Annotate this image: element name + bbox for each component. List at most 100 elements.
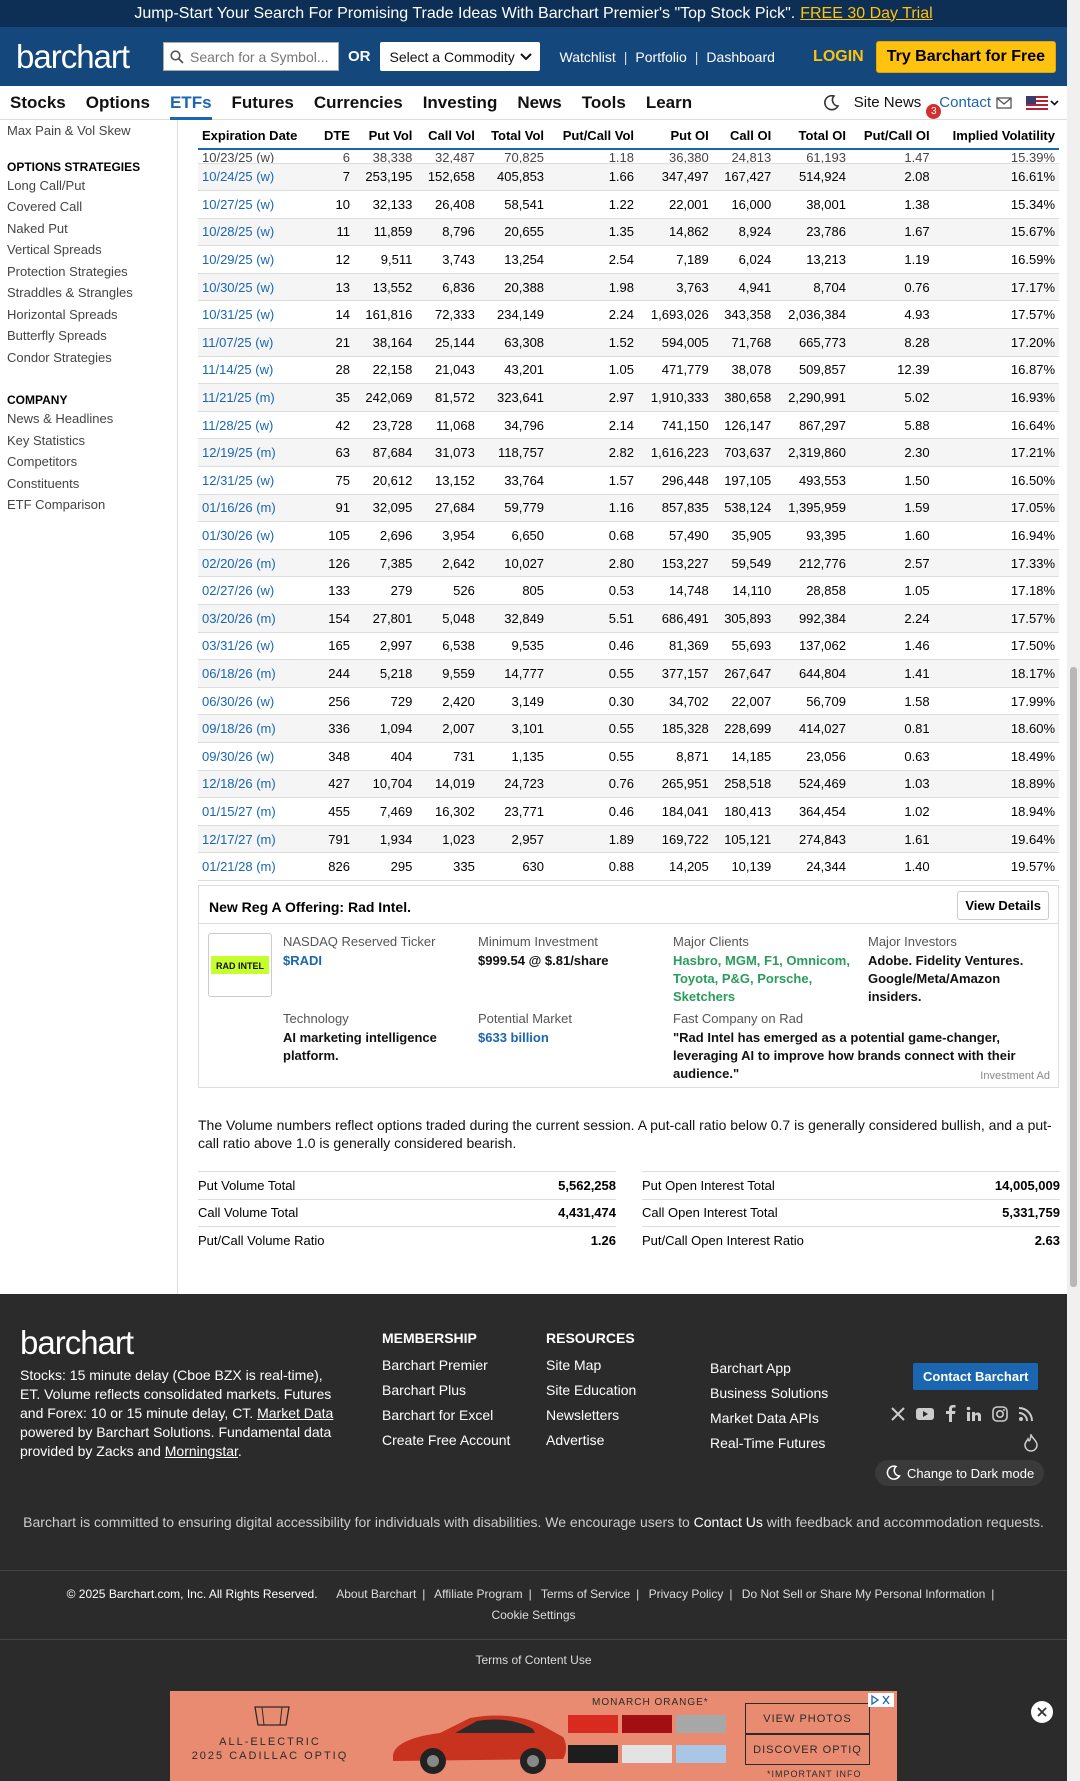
expiration-date-link[interactable]: 01/30/26 (w) — [198, 521, 316, 550]
footer-link-apis[interactable]: Market Data APIs — [710, 1406, 828, 1431]
expiration-date-link[interactable]: 10/28/25 (w) — [198, 218, 316, 247]
column-header[interactable]: Expiration Date — [198, 122, 316, 150]
nav-investing[interactable]: Investing — [413, 86, 508, 120]
x-icon[interactable] — [890, 1406, 906, 1422]
sidebar-item-naked-put[interactable]: Naked Put — [7, 218, 177, 240]
nav-currencies[interactable]: Currencies — [304, 86, 413, 120]
column-header[interactable]: Implied Volatility — [933, 122, 1059, 150]
footer-link-premier[interactable]: Barchart Premier — [382, 1353, 510, 1378]
linkedin-icon[interactable] — [966, 1406, 982, 1422]
column-header[interactable]: Call OI — [712, 122, 776, 150]
expiration-date-link[interactable]: 09/30/26 (w) — [198, 742, 316, 771]
watchlist-link[interactable]: Watchlist — [560, 49, 616, 65]
free-trial-link[interactable]: FREE 30 Day Trial — [800, 5, 932, 23]
swatch-red[interactable] — [622, 1715, 672, 1733]
portfolio-link[interactable]: Portfolio — [635, 49, 686, 65]
barchart-logo[interactable]: barchart — [16, 38, 142, 76]
sidebar-item-key-stats[interactable]: Key Statistics — [7, 430, 177, 452]
nav-learn[interactable]: Learn — [636, 86, 702, 120]
adchoices-icon[interactable] — [868, 1693, 894, 1707]
terms-link[interactable]: Terms of Service — [541, 1587, 630, 1601]
expiration-date-link[interactable]: 12/31/25 (w) — [198, 466, 316, 495]
terms-of-content-use-link[interactable]: Terms of Content Use — [0, 1653, 1067, 1667]
swatch-gray[interactable] — [676, 1715, 726, 1733]
footer-link-newsletters[interactable]: Newsletters — [546, 1403, 636, 1428]
column-header[interactable]: Total OI — [775, 122, 850, 150]
view-details-button[interactable]: View Details — [957, 891, 1049, 920]
footer-link-site-map[interactable]: Site Map — [546, 1353, 636, 1378]
column-header[interactable]: Put OI — [638, 122, 713, 150]
sidebar-item-constituents[interactable]: Constituents — [7, 473, 177, 495]
sidebar-item-horizontal-spreads[interactable]: Horizontal Spreads — [7, 304, 177, 326]
sidebar-item-max-pain[interactable]: Max Pain & Vol Skew — [7, 120, 177, 142]
important-info-link[interactable]: *IMPORTANT INFO — [767, 1769, 862, 1779]
expiration-date-link[interactable]: 01/15/27 (m) — [198, 797, 316, 826]
footer-link-excel[interactable]: Barchart for Excel — [382, 1403, 510, 1428]
expiration-date-link[interactable]: 02/20/26 (m) — [198, 549, 316, 578]
nav-etfs[interactable]: ETFs — [160, 86, 222, 120]
expiration-date-link[interactable]: 12/17/27 (m) — [198, 825, 316, 854]
nav-news[interactable]: News — [507, 86, 571, 120]
expiration-date-link[interactable]: 11/14/25 (w) — [198, 356, 316, 385]
nav-futures[interactable]: Futures — [222, 86, 304, 120]
column-header[interactable]: Call Vol — [416, 122, 479, 150]
footer-link-advertise[interactable]: Advertise — [546, 1428, 636, 1453]
column-header[interactable]: Put Vol — [353, 122, 417, 150]
swatch-blue[interactable] — [676, 1745, 726, 1763]
sidebar-item-etf-comparison[interactable]: ETF Comparison — [7, 494, 177, 516]
discover-optiq-button[interactable]: DISCOVER OPTIQ — [745, 1734, 870, 1765]
about-link[interactable]: About Barchart — [336, 1587, 416, 1601]
nav-options[interactable]: Options — [76, 86, 160, 120]
footer-link-business[interactable]: Business Solutions — [710, 1381, 828, 1406]
site-news-link[interactable]: Site News 3 — [854, 94, 942, 119]
expiration-date-link[interactable]: 11/28/25 (w) — [198, 411, 316, 440]
contact-us-link[interactable]: Contact Us — [694, 1514, 763, 1530]
footer-link-create-account[interactable]: Create Free Account — [382, 1428, 510, 1453]
footer-link-site-education[interactable]: Site Education — [546, 1378, 636, 1403]
expiration-date-link[interactable]: 10/27/25 (w) — [198, 190, 316, 219]
footer-logo[interactable]: barchart — [20, 1324, 134, 1362]
footer-link-app[interactable]: Barchart App — [710, 1356, 828, 1381]
sidebar-item-competitors[interactable]: Competitors — [7, 451, 177, 473]
close-ad-button[interactable] — [1031, 1701, 1053, 1723]
expiration-date-link[interactable]: 11/07/25 (w) — [198, 328, 316, 357]
sidebar-item-long-call-put[interactable]: Long Call/Put — [7, 175, 177, 197]
dashboard-link[interactable]: Dashboard — [706, 49, 775, 65]
column-header[interactable]: DTE — [315, 122, 354, 150]
page-scrollbar[interactable] — [1067, 0, 1080, 1781]
contact-link[interactable]: Contact — [939, 94, 1012, 111]
expiration-date-link[interactable]: 01/16/26 (m) — [198, 494, 316, 523]
expiration-date-link[interactable]: 10/24/25 (w) — [198, 163, 316, 192]
youtube-icon[interactable] — [916, 1407, 934, 1421]
contact-barchart-button[interactable]: Contact Barchart — [913, 1363, 1039, 1390]
expiration-date-link[interactable]: 03/31/26 (w) — [198, 632, 316, 661]
market-data-link[interactable]: Market Data — [257, 1405, 333, 1421]
privacy-link[interactable]: Privacy Policy — [649, 1587, 724, 1601]
column-header[interactable]: Put/Call OI — [849, 122, 934, 150]
swatch-white[interactable] — [622, 1745, 672, 1763]
dark-mode-toggle[interactable]: Change to Dark mode — [875, 1460, 1045, 1486]
do-not-sell-link[interactable]: Do Not Sell or Share My Personal Informa… — [742, 1587, 985, 1601]
login-button[interactable]: LOGIN — [813, 48, 864, 66]
affiliate-link[interactable]: Affiliate Program — [434, 1587, 522, 1601]
sidebar-item-covered-call[interactable]: Covered Call — [7, 196, 177, 218]
sidebar-item-vertical-spreads[interactable]: Vertical Spreads — [7, 239, 177, 261]
expiration-date-link[interactable]: 06/18/26 (m) — [198, 659, 316, 688]
sidebar-item-news[interactable]: News & Headlines — [7, 408, 177, 430]
try-free-button[interactable]: Try Barchart for Free — [875, 40, 1056, 73]
moon-icon[interactable] — [822, 94, 840, 112]
sidebar-item-butterfly[interactable]: Butterfly Spreads — [7, 325, 177, 347]
expiration-date-link[interactable]: 06/30/26 (w) — [198, 687, 316, 716]
commodity-select[interactable]: Select a Commodity — [379, 42, 540, 71]
expiration-date-link[interactable]: 12/18/26 (m) — [198, 770, 316, 799]
sidebar-item-straddles[interactable]: Straddles & Strangles — [7, 282, 177, 304]
expiration-date-link[interactable]: 09/18/26 (m) — [198, 714, 316, 743]
swatch-orange[interactable] — [568, 1715, 618, 1733]
nav-tools[interactable]: Tools — [572, 86, 636, 120]
cookie-settings-link[interactable]: Cookie Settings — [491, 1608, 575, 1622]
rss-icon[interactable] — [1018, 1406, 1034, 1422]
expiration-date-link[interactable]: 03/20/26 (m) — [198, 604, 316, 633]
swatch-black[interactable] — [568, 1745, 618, 1763]
column-header[interactable]: Total Vol — [478, 122, 549, 150]
nav-stocks[interactable]: Stocks — [0, 86, 76, 120]
